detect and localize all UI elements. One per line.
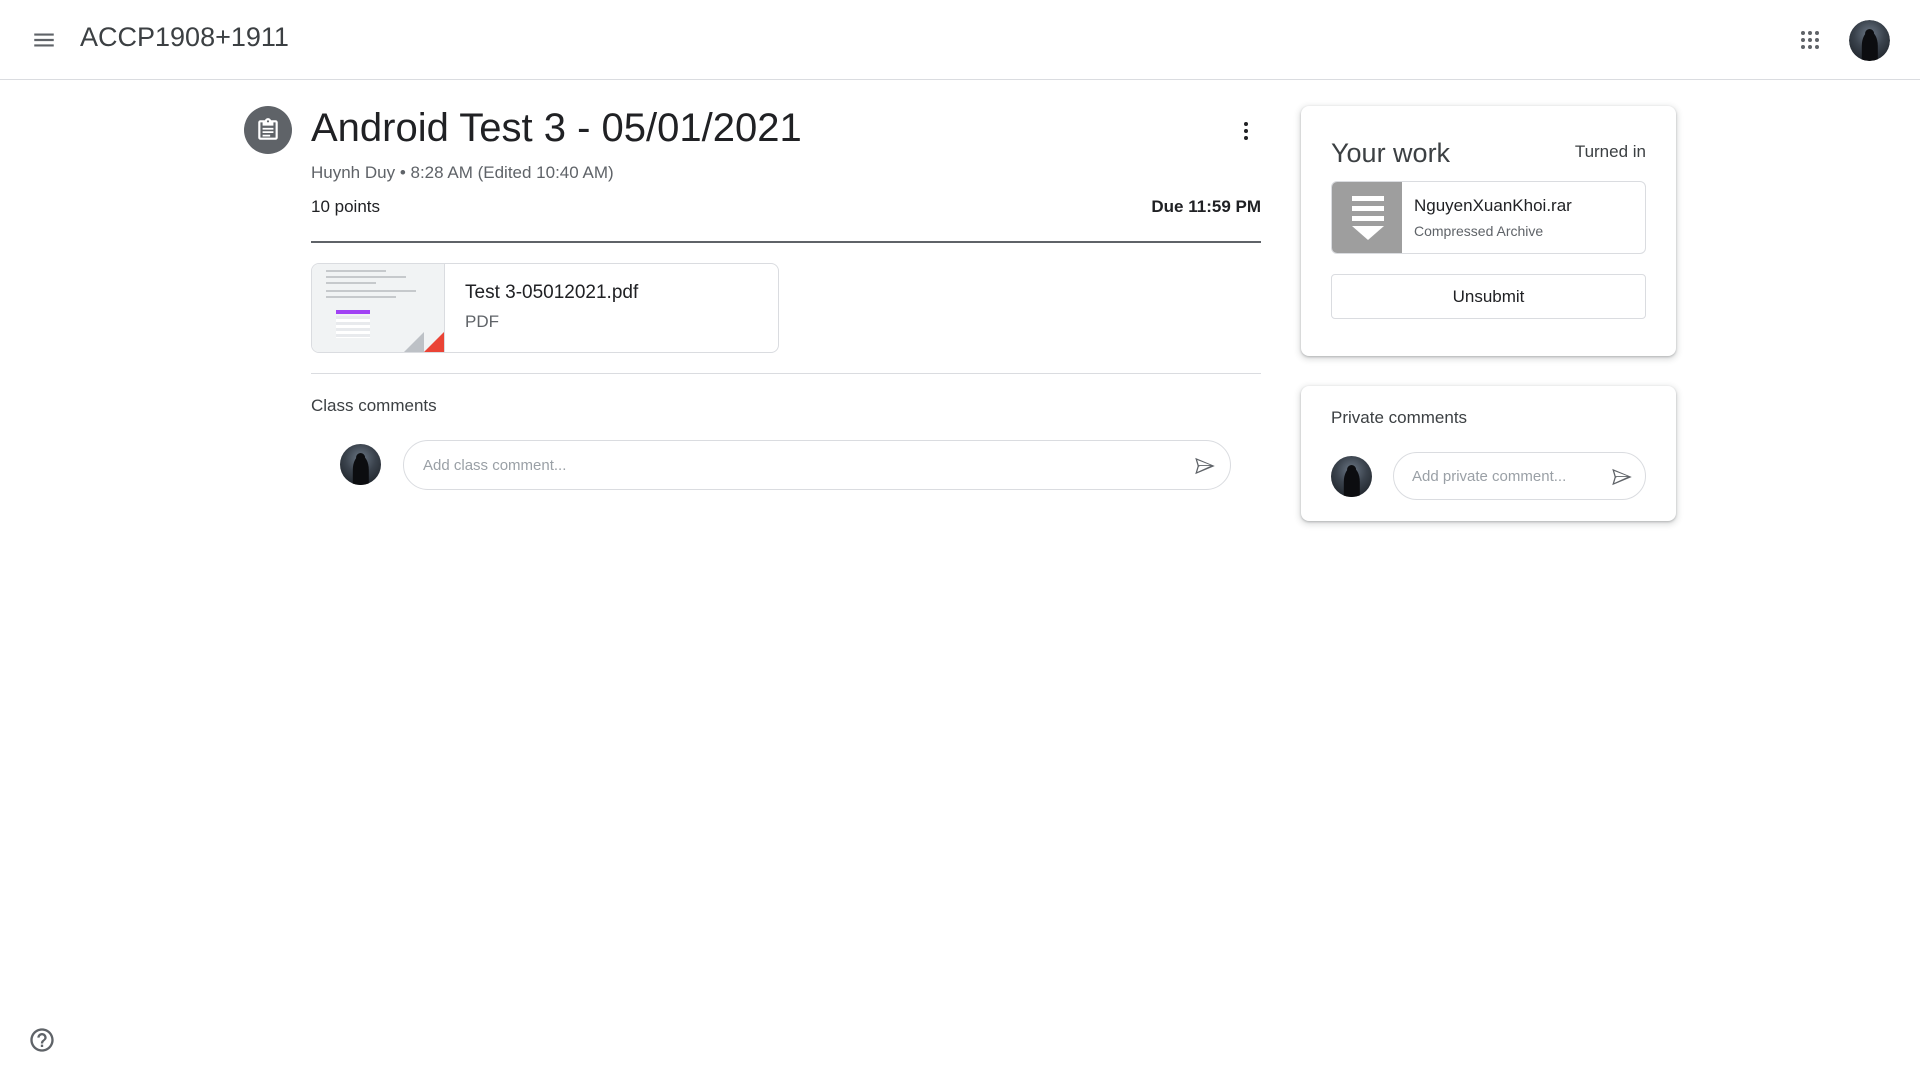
submission-status: Turned in <box>1574 142 1646 161</box>
google-apps-button[interactable] <box>1790 20 1830 60</box>
more-vert-icon <box>1244 122 1248 140</box>
attachment-name: Test 3-05012021.pdf <box>465 282 639 303</box>
assignment-title: Android Test 3 - 05/01/2021 <box>311 106 802 150</box>
archive-file-icon <box>1332 182 1402 253</box>
attachment-card[interactable]: Test 3-05012021.pdf PDF <box>311 263 779 353</box>
top-app-bar: ACCP1908+1911 <box>0 0 1920 80</box>
submitted-file[interactable]: NguyenXuanKhoi.rar Compressed Archive <box>1331 181 1646 254</box>
class-comments-label: Class comments <box>311 396 437 415</box>
account-avatar[interactable] <box>1849 20 1890 61</box>
your-work-card: Your work Turned in NguyenXuanKhoi.rar C… <box>1301 106 1676 356</box>
assignment-meta: Huynh Duy • 8:28 AM (Edited 10:40 AM) <box>311 163 614 182</box>
class-comment-input[interactable] <box>423 456 1230 474</box>
attachment-type: PDF <box>465 312 499 331</box>
clipboard-icon <box>258 118 278 140</box>
help-icon <box>30 1028 54 1052</box>
class-comment-avatar <box>340 444 381 485</box>
avatar-image <box>1849 20 1890 61</box>
class-name[interactable]: ACCP1908+1911 <box>80 22 289 53</box>
main-menu-button[interactable] <box>24 20 64 60</box>
private-comment-field[interactable] <box>1393 452 1646 500</box>
assignment-icon <box>244 106 292 154</box>
attachment-divider <box>311 373 1261 374</box>
more-options-button[interactable] <box>1226 111 1266 151</box>
send-icon[interactable] <box>1609 464 1635 490</box>
class-comment-field[interactable] <box>403 440 1231 490</box>
pdf-thumbnail <box>312 264 445 352</box>
help-button[interactable] <box>28 1026 56 1054</box>
header-divider <box>311 241 1261 243</box>
assignment-due: Due 11:59 PM <box>1151 197 1261 216</box>
send-icon[interactable] <box>1192 453 1218 479</box>
private-comments-card: Private comments <box>1301 386 1676 521</box>
apps-grid-icon <box>1801 31 1819 49</box>
unsubmit-button[interactable]: Unsubmit <box>1331 274 1646 319</box>
private-comment-input[interactable] <box>1412 467 1601 485</box>
submitted-file-type: Compressed Archive <box>1414 223 1544 239</box>
hamburger-menu-icon <box>34 33 54 47</box>
submitted-file-name: NguyenXuanKhoi.rar <box>1414 196 1572 215</box>
private-comments-label: Private comments <box>1331 408 1468 427</box>
pdf-corner-icon <box>424 332 444 352</box>
your-work-title: Your work <box>1331 138 1451 168</box>
private-comment-avatar <box>1331 456 1372 497</box>
assignment-points: 10 points <box>311 197 380 216</box>
